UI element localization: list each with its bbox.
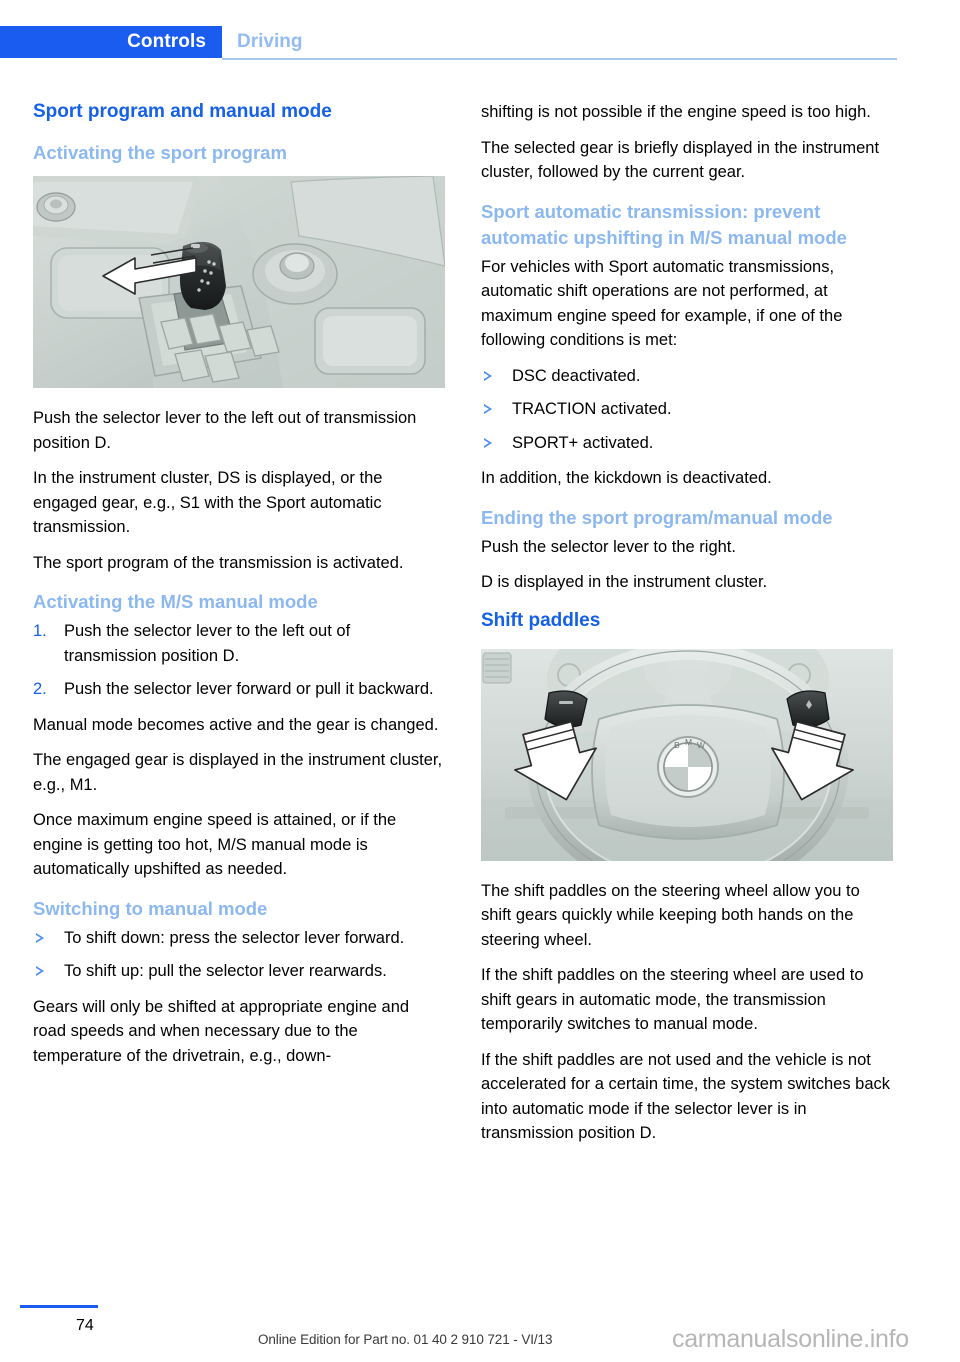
footer-edition-text: Online Edition for Part no. 01 40 2 910 …	[258, 1332, 553, 1347]
heading-activating-ms-manual-mode: Activating the M/S manual mode	[33, 591, 318, 612]
triangle-bullet-icon	[484, 404, 492, 414]
list-marker: 2.	[33, 680, 47, 698]
manual-page: Controls Driving Sport program and manua…	[0, 0, 960, 1362]
list-item: SPORT+ activated.	[481, 431, 893, 456]
ordered-steps-list: 1. Push the selector lever to the left o…	[33, 619, 445, 702]
paragraph: For vehicles with Sport automatic transm…	[481, 257, 843, 350]
heading-ending-sport-program: Ending the sport program/manual mode	[481, 506, 833, 528]
breadcrumb-tab-driving[interactable]: Driving	[237, 26, 302, 58]
list-item: 1. Push the selector lever to the left o…	[33, 619, 445, 668]
list-item-text: TRACTION activated.	[512, 400, 672, 418]
list-item: 2. Push the selector lever forward or pu…	[33, 677, 445, 702]
bullet-list-conditions: DSC deactivated. TRACTION activated. SPO…	[481, 364, 893, 456]
list-item-text: To shift down: press the selector lever …	[64, 928, 405, 947]
heading-prevent-automatic-upshifting: Sport automatic transmission: prevent au…	[481, 200, 847, 248]
figure-steering-wheel-paddles: B M W	[481, 648, 893, 861]
triangle-bullet-icon	[36, 966, 44, 976]
heading-shift-paddles: Shift paddles	[481, 609, 601, 631]
triangle-bullet-icon	[484, 370, 492, 381]
list-item: TRACTION activated.	[481, 397, 893, 422]
list-item-text: To shift up: pull the selector lever rea…	[64, 962, 387, 980]
breadcrumb-tab-controls[interactable]: Controls	[0, 26, 222, 58]
footer-divider	[20, 1305, 98, 1308]
paragraph: Push the selector lever to the right.	[481, 537, 736, 556]
breadcrumb-tab-controls-label: Controls	[127, 31, 206, 52]
paragraph: D is displayed in the instrument cluster…	[481, 573, 768, 591]
paragraph: The selected gear is briefly displayed i…	[481, 138, 880, 182]
svg-text:B: B	[674, 740, 680, 750]
figure-center-console-selector	[33, 176, 445, 388]
paragraph: In the instrument cluster, DS is display…	[33, 469, 383, 536]
paragraph: In addition, the kickdown is deactivated…	[481, 469, 772, 487]
list-item-text: DSC deactivated.	[512, 366, 641, 385]
watermark-text: carmanualsonline.info	[672, 1325, 909, 1353]
page-header: Controls Driving	[0, 26, 960, 58]
paragraph: The engaged gear is displayed in the ins…	[33, 751, 443, 794]
list-item-text: Push the selector lever to the left out …	[64, 622, 351, 665]
paragraph: Once maximum engine speed is attained, o…	[33, 811, 397, 878]
list-item-text: Push the selector lever forward or pull …	[64, 680, 434, 698]
paragraph: Manual mode becomes active and the gear …	[33, 715, 439, 734]
paragraph: The shift paddles on the steering wheel …	[481, 881, 860, 949]
list-item: To shift down: press the selector lever …	[33, 926, 445, 951]
page-title: Sport program and manual mode	[33, 101, 332, 122]
heading-activating-sport-program: Activating the sport program	[33, 142, 287, 163]
left-column: Sport program and manual mode Activating…	[33, 100, 445, 1079]
breadcrumb-tab-driving-label: Driving	[237, 31, 303, 52]
triangle-bullet-icon	[484, 437, 492, 448]
paragraph: shifting is not possible if the engine s…	[481, 103, 871, 121]
paragraph: Push the selector lever to the left out …	[33, 409, 417, 452]
list-item: DSC deactivated.	[481, 364, 893, 389]
heading-switching-to-manual-mode: Switching to manual mode	[33, 897, 268, 919]
svg-text:M: M	[685, 737, 692, 747]
list-marker: 1.	[33, 622, 47, 640]
paragraph: If the shift paddles are not used and th…	[481, 1050, 891, 1143]
header-divider	[222, 58, 897, 60]
svg-text:W: W	[697, 740, 705, 750]
page-number: 74	[76, 1317, 94, 1334]
list-item-text: SPORT+ activated.	[512, 433, 654, 452]
list-item: To shift up: pull the selector lever rea…	[33, 959, 445, 984]
paragraph: Gears will only be shifted at appropriat…	[33, 997, 410, 1065]
bullet-list-switching: To shift down: press the selector lever …	[33, 926, 445, 984]
paragraph: If the shift paddles on the steering whe…	[481, 966, 864, 1033]
triangle-bullet-icon	[36, 932, 44, 943]
right-column: shifting is not possible if the engine s…	[481, 100, 893, 1157]
paragraph: The sport program of the transmission is…	[33, 553, 404, 572]
